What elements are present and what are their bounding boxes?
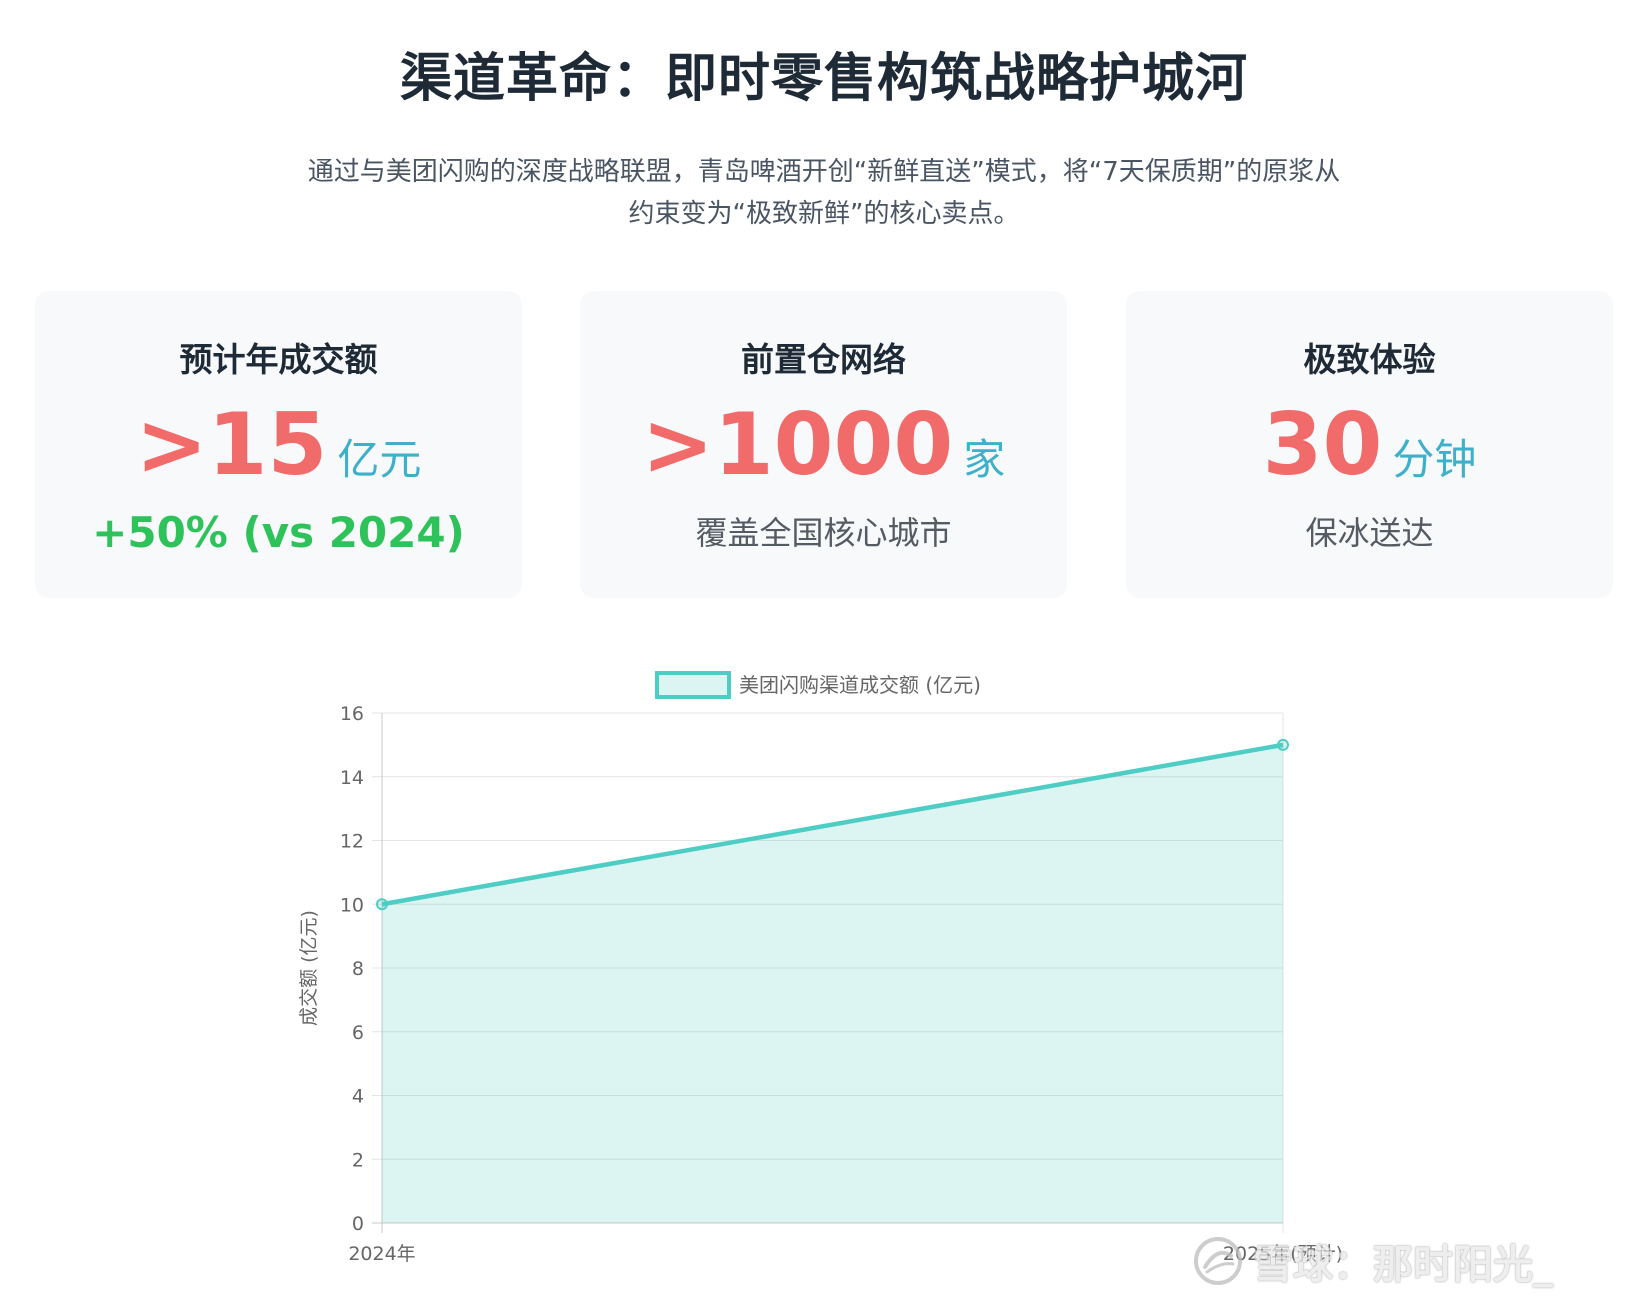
watermark-text: 雪球：那时阳光_: [1253, 1242, 1553, 1288]
y-tick-label: 8: [352, 958, 364, 980]
kpi-note: 覆盖全国核心城市: [695, 514, 952, 552]
y-tick-label: 16: [340, 703, 364, 725]
legend-swatch: [655, 671, 731, 699]
series-area: [382, 744, 1283, 1223]
page-title: 渠道革命：即时零售构筑战略护城河: [399, 49, 1248, 109]
kpi-unit: 分钟: [1392, 435, 1477, 484]
legend-label: 美团闪购渠道成交额 (亿元): [739, 673, 981, 697]
kpi-card-annual-gmv: 预计年成交额 >15 亿元 +50% (vs 2024): [35, 291, 522, 598]
y-tick-label: 6: [352, 1022, 364, 1044]
y-tick-label: 2: [352, 1149, 364, 1171]
gmv-line-chart: 02468101214162024年 2025年(预计)成交额 (亿元)美团闪购渠…: [298, 671, 1343, 1265]
watermark: 雪球：那时阳光_: [1191, 1234, 1553, 1288]
kpi-value: >15: [135, 395, 328, 495]
kpi-unit: 家: [963, 435, 1006, 484]
kpi-value: >1000: [641, 395, 954, 495]
x-tick-label: 2024年: [348, 1243, 415, 1265]
y-axis-title: 成交额 (亿元): [298, 910, 320, 1026]
kpi-card-title: 前置仓网络: [741, 340, 906, 379]
y-tick-label: 10: [340, 894, 364, 916]
subtitle-line: 约束变为“极致新鲜”的核心卖点。: [628, 199, 1020, 229]
kpi-card-warehouse-network: 前置仓网络 >1000 家 覆盖全国核心城市: [580, 291, 1067, 598]
kpi-note: 保冰送达: [1305, 514, 1434, 552]
y-tick-label: 14: [340, 767, 364, 789]
kpi-card-title: 极致体验: [1303, 340, 1436, 379]
subtitle-line: 通过与美团闪购的深度战略联盟，青岛啤酒开创“新鲜直送”模式，将“7天保质期”的原…: [307, 157, 1341, 187]
kpi-value-row: >1000 家: [580, 395, 1067, 495]
kpi-value-row: >15 亿元: [35, 395, 522, 495]
y-tick-label: 12: [340, 831, 364, 853]
data-point: [1277, 738, 1289, 751]
kpi-value: 30: [1262, 395, 1383, 495]
data-point: [376, 898, 388, 911]
kpi-growth-note: +50% (vs 2024): [92, 508, 465, 557]
kpi-card-title: 预计年成交额: [179, 340, 378, 379]
kpi-value-row: 30 分钟: [1126, 395, 1613, 495]
kpi-card-delivery-experience: 极致体验 30 分钟 保冰送达: [1126, 291, 1613, 598]
kpi-unit: 亿元: [337, 435, 422, 484]
page-subtitle: 通过与美团闪购的深度战略联盟，青岛啤酒开创“新鲜直送”模式，将“7天保质期”的原…: [0, 151, 1648, 235]
snowball-logo-icon: [1194, 1237, 1242, 1285]
y-tick-label: 0: [352, 1213, 364, 1235]
y-tick-label: 4: [352, 1086, 364, 1108]
